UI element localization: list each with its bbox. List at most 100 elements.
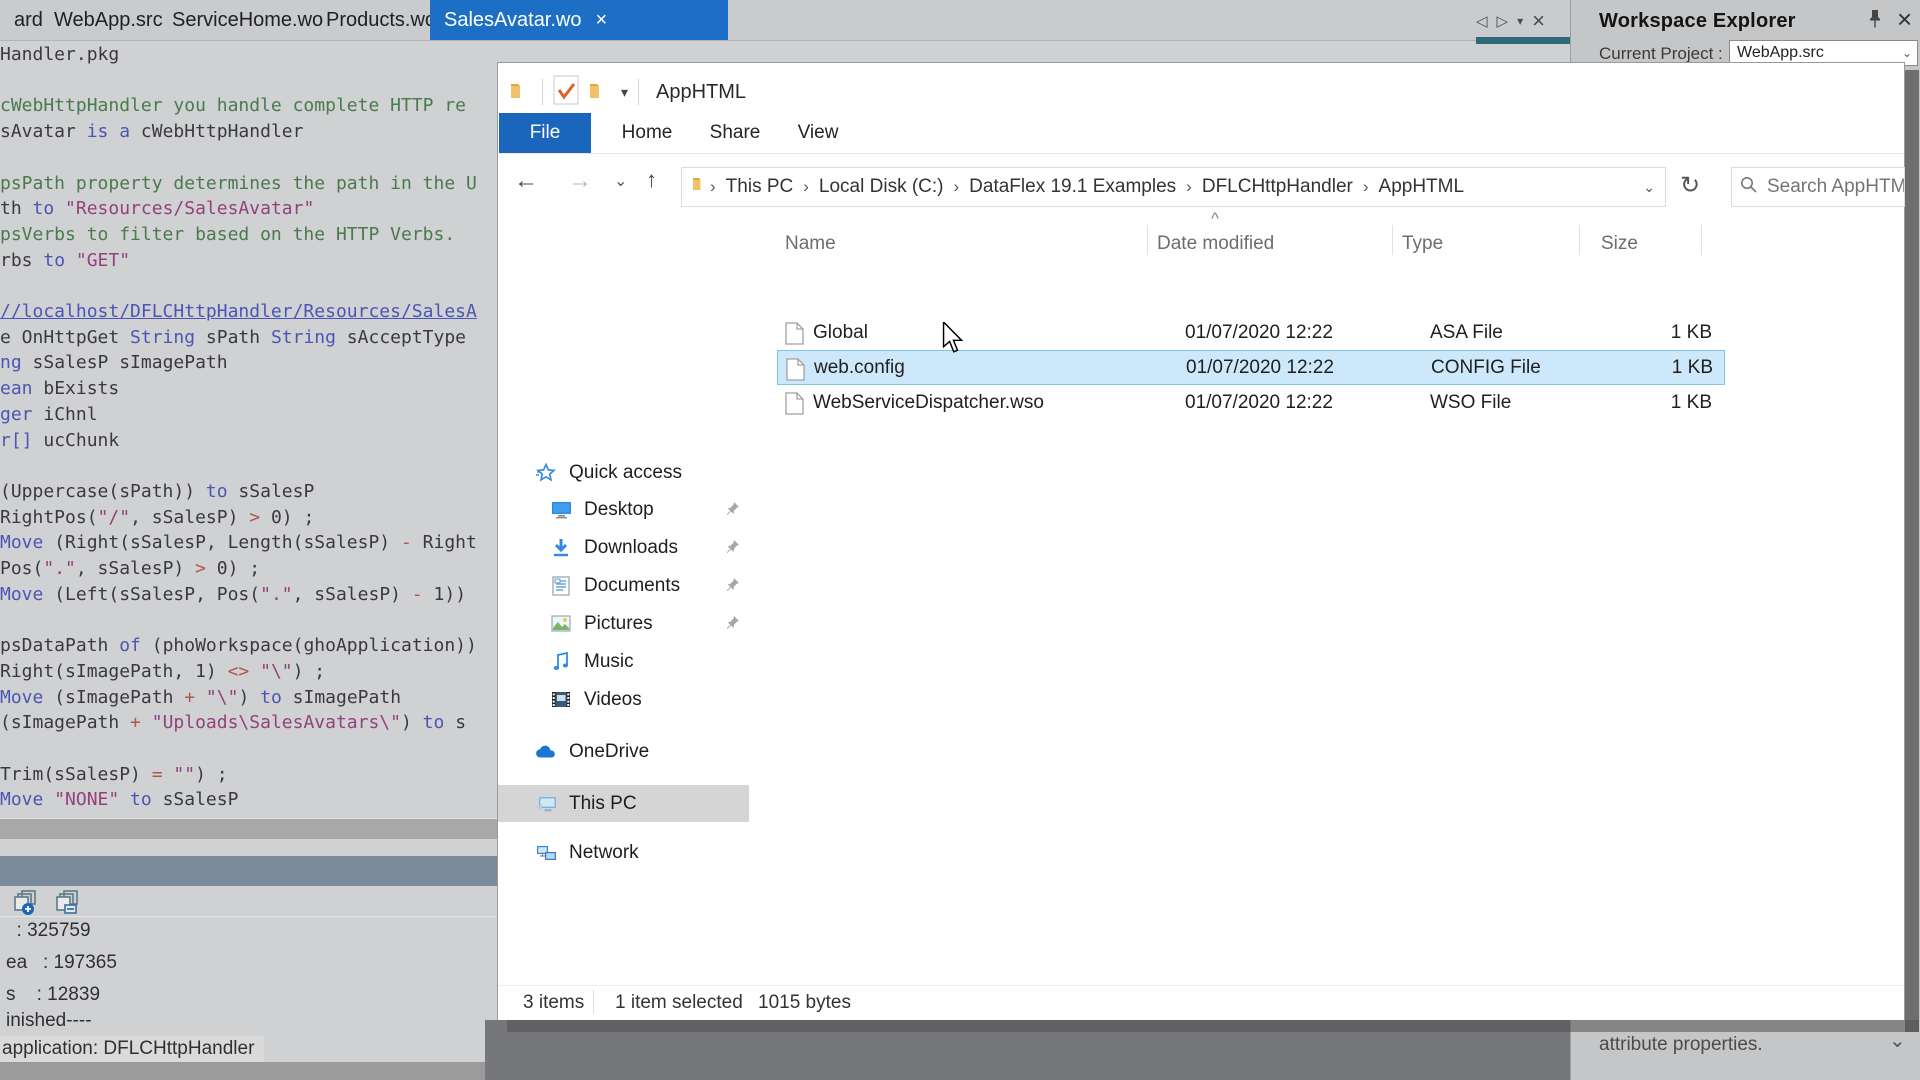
ribbon-tab-row: File Home Share View [498,113,1904,154]
file-explorer-window: ▾ AppHTML File Home Share View ← → ⌄ ↑ ›Thi… [497,62,1905,1020]
breadcrumb[interactable]: ›This PC›Local Disk (C:)›DataFlex 19.1 E… [681,167,1666,207]
code-line [0,145,486,171]
output-line: inished---- [6,1010,92,1032]
column-header-date-modified[interactable]: Date modified [1157,233,1274,255]
quick-access-star-icon [535,463,557,483]
code-line: psVerbs to filter based on the HTTP Verb… [0,222,486,248]
panel-title: Workspace Explorer [1599,10,1796,33]
ribbon-tab-home[interactable]: Home [609,113,685,153]
ribbon-tab-share[interactable]: Share [697,113,773,153]
divider [0,916,497,917]
code-editor: Handler.pkg cWebHttpHandler you handle c… [0,42,486,822]
code-line: (Uppercase(sPath)) to sSalesP [0,479,486,505]
column-header-type[interactable]: Type [1402,233,1443,255]
file-date: 01/07/2020 12:22 [1185,322,1333,344]
code-line: sAvatar is a cWebHttpHandler [0,119,486,145]
video-icon [550,690,572,710]
pin-icon [726,614,740,636]
code-line: //localhost/DFLCHttpHandler/Resources/Sa… [0,299,486,325]
close-icon[interactable]: × [1897,4,1912,35]
sidebar-item-label: Downloads [584,537,678,559]
tab-scroll-left-icon[interactable]: ◁ [1476,12,1488,30]
editor-tab-salesavatar-wo[interactable]: SalesAvatar.wo× [430,0,728,40]
folder-icon[interactable] [510,81,532,104]
refresh-icon[interactable]: ↻ [1680,171,1700,200]
code-line: RightPos("/", sSalesP) > 0) ; [0,505,486,531]
sidebar-item-onedrive[interactable]: OneDrive [498,733,786,770]
code-line: psPath property determines the path in t… [0,171,486,197]
code-line: psDataPath of (phoWorkspace(ghoApplicati… [0,633,486,659]
properties-check-icon[interactable] [553,75,579,110]
file-row-global[interactable]: Global01/07/2020 12:22ASA File1 KB [777,315,1725,350]
code-line: Move (Right(sSalesP, Length(sSalesP) - R… [0,530,486,556]
address-dropdown-icon[interactable]: ⌄ [1643,179,1655,196]
recent-locations-icon[interactable]: ⌄ [614,171,627,191]
code-line: ng sSalesP sImagePath [0,350,486,376]
download-icon [550,538,572,558]
file-type: WSO File [1430,392,1511,414]
code-line [0,273,486,299]
tab-close-icon[interactable]: × [596,10,608,30]
new-folder-icon[interactable] [589,81,611,104]
code-line: Pos(".", sSalesP) > 0) ; [0,556,486,582]
output-line: application: DFLCHttpHandler [0,1036,264,1062]
code-line: (sImagePath + "Uploads\SalesAvatars\") t… [0,710,486,736]
music-icon [550,652,572,672]
up-icon[interactable]: ↑ [646,167,657,193]
search-input[interactable] [1765,175,1905,199]
file-row-webservicedispatcher-wso[interactable]: WebServiceDispatcher.wso01/07/2020 12:22… [777,385,1725,420]
column-header-name[interactable]: Name [785,233,836,255]
sidebar-item-label: OneDrive [569,741,649,763]
code-line: Move (sImagePath + "\") to sImagePath [0,685,486,711]
code-line: Move (Left(sSalesP, Pos(".", sSalesP) - … [0,582,486,608]
sidebar-item-label: This PC [569,793,637,815]
tab-scroll-controls: ◁ ▷ ▾ × [1476,6,1570,36]
sidebar-item-network[interactable]: Network [498,834,786,871]
code-line: Handler.pkg [0,42,486,68]
code-line: th to "Resources/SalesAvatar" [0,196,486,222]
forward-icon[interactable]: → [568,167,592,195]
status-bytes: 1015 bytes [758,992,851,1014]
code-line [0,68,486,94]
output-line: s : 12839 [6,984,100,1006]
output-line: ea : 197365 [6,952,117,974]
sidebar-item-label: Music [584,651,634,673]
tab-scroll-right-icon[interactable]: ▷ [1497,12,1509,30]
window-shadow [507,1020,1919,1032]
ribbon-tab-view[interactable]: View [785,113,851,153]
breadcrumb-segment[interactable]: AppHTML [1369,176,1475,198]
code-line: e OnHttpGet String sPath String sAcceptT… [0,325,486,351]
sidebar-item-this-pc[interactable]: This PC [498,785,786,822]
file-date: 01/07/2020 12:22 [1185,392,1333,414]
output-panel-header [0,856,497,886]
qat-customize-icon[interactable]: ▾ [621,84,628,101]
code-line [0,736,486,762]
folder-icon [682,176,710,198]
breadcrumb-segment[interactable]: Local Disk (C:) [809,176,954,198]
tab-close-all-icon[interactable]: × [1532,8,1545,34]
pin-icon[interactable] [1867,9,1885,29]
sort-ascending-icon[interactable]: ^ [1211,209,1219,229]
current-project-value: WebApp.src [1737,44,1824,62]
breadcrumb-segment[interactable]: DataFlex 19.1 Examples [959,176,1186,198]
breadcrumb-segment[interactable]: DFLCHttpHandler [1192,176,1363,198]
ribbon-tab-file[interactable]: File [499,113,591,153]
editor-tab-bar: ardWebApp.srcServiceHome.woProducts.woSa… [0,0,1570,41]
sidebar-item-quick-access[interactable]: Quick access [498,454,786,491]
editor-splitter[interactable] [0,818,497,839]
code-line: Right(sImagePath, 1) <> "\") ; [0,659,486,685]
file-size: 1 KB [1598,357,1713,379]
file-size: 1 KB [1597,392,1712,414]
tab-list-dropdown-icon[interactable]: ▾ [1517,14,1523,28]
back-icon[interactable]: ← [514,167,538,195]
code-line: Trim(sSalesP) = "") ; [0,762,486,788]
window-shadow [1905,70,1919,1032]
breadcrumb-segment[interactable]: This PC [716,176,804,198]
code-line: ean bExists [0,376,486,402]
address-row: ← → ⌄ ↑ ›This PC›Local Disk (C:)›DataFle… [498,163,1904,209]
column-header-size[interactable]: Size [1601,233,1638,255]
file-row-web-config[interactable]: web.config01/07/2020 12:22CONFIG File1 K… [777,350,1725,385]
sidebar-item-label: Videos [584,689,642,711]
file-type: ASA File [1430,322,1503,344]
sidebar-item-label: Desktop [584,499,654,521]
